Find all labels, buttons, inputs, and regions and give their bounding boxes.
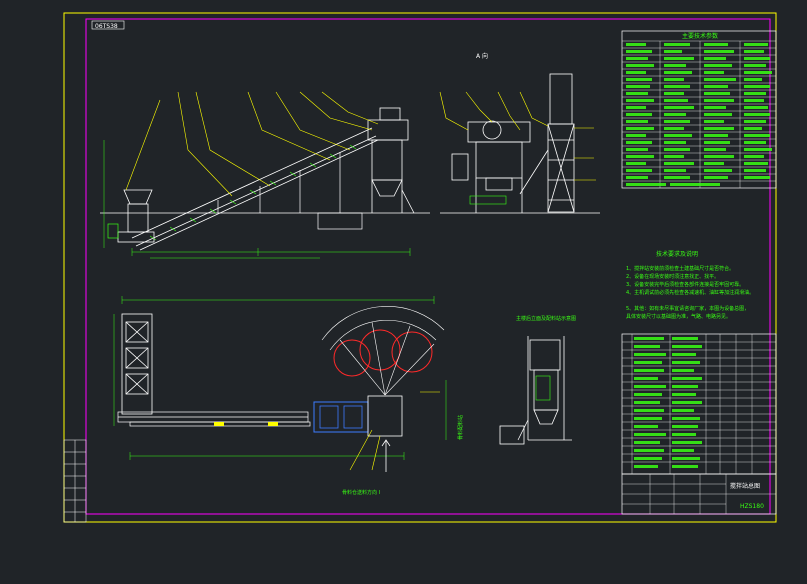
side-elevation-a	[440, 73, 600, 214]
technical-notes: 技术要求及说明 1、搅拌站安装前须检查土建基础尺寸是否符合。 2、设备在现场安装…	[626, 250, 754, 320]
note-2: 2、设备在现场安装时须注意找正、找平。	[626, 273, 719, 280]
drawing-number: HZS180	[740, 503, 764, 510]
plan-view	[113, 296, 447, 472]
plan-arrow-label: 骨料仓送料方向 I	[342, 489, 380, 496]
note-5: 5、其他：如有未尽事宜请咨询厂家，本图为设备总图，	[626, 305, 749, 312]
plan-leaders	[349, 391, 440, 471]
plan-side-label: 骨料配料站	[457, 415, 464, 440]
weigh-station	[313, 401, 369, 433]
note-4: 4、主机调试前必须先检查各减速机、油缸等加注润滑油。	[626, 289, 754, 296]
title-block: 搅拌站总图 HZS180	[621, 473, 777, 515]
tech-params-table: 主要技术参数	[621, 30, 777, 189]
left-revision-strip	[63, 439, 87, 523]
tech-params-title: 主要技术参数	[682, 32, 718, 40]
note-3: 3、设备安装完毕后须检查各部件连接是否牢固可靠。	[626, 281, 744, 288]
mixer-plan	[367, 395, 403, 437]
note-6: 具体安装尺寸以基础图为准，气路、电路另见。	[626, 313, 731, 320]
note-1: 1、搅拌站安装前须检查土建基础尺寸是否符合。	[626, 265, 734, 272]
a-view-leaders	[439, 91, 596, 181]
silo-arcs	[321, 306, 445, 396]
elevation-view	[100, 91, 430, 259]
elevation-dimensions	[103, 140, 411, 259]
cad-drawing-canvas: 06TS38 A 向 主要技术参数 技术要求及说明 1、搅拌站安装前须检查土建基…	[63, 12, 777, 523]
notes-title: 技术要求及说明	[656, 250, 698, 258]
mixing-tower	[367, 107, 415, 214]
bill-of-materials	[621, 333, 777, 475]
discharge-unit	[317, 212, 363, 230]
aggregate-bins	[121, 313, 153, 415]
side-view-title: 主楼后立面及配料站示意图	[516, 315, 576, 322]
cement-silos-plan	[333, 329, 433, 377]
corner-tag: 06TS38	[95, 23, 118, 30]
view-a-label: A 向	[476, 52, 488, 60]
aggregate-feed-hopper	[117, 189, 155, 243]
title-block-name: 搅拌站总图	[730, 482, 760, 490]
